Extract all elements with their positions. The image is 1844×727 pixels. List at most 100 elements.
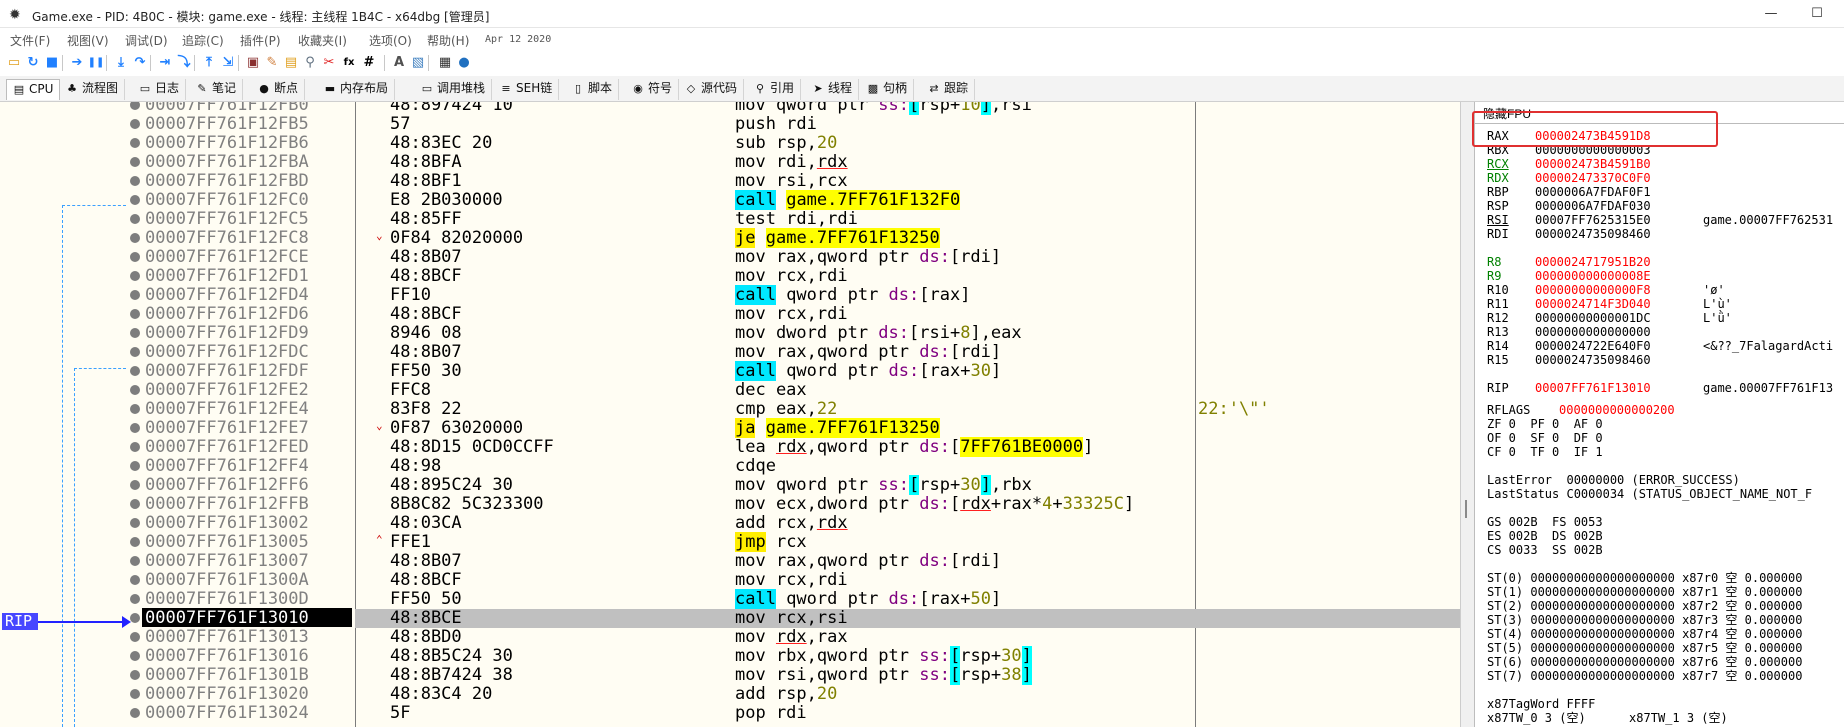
fpu-st-row[interactable]: ST(4) 00000000000000000000 x87r4 空 0.000… [1487,627,1802,641]
breakpoint-dot[interactable] [130,518,140,528]
register-value[interactable]: 0000024714F3D040 [1535,297,1703,311]
rflags-row[interactable]: RFLAGS 0000000000000200 [1487,403,1727,417]
register-row[interactable]: RSI 00007FF7625315E0 game.00007FF762531 [1487,213,1833,227]
breakpoint-dot[interactable] [130,214,140,224]
disasm-row[interactable]: 00007FF761F12FFB 8B8C82 5C323300 mov ecx,d… [0,494,1460,514]
breakpoint-dot[interactable] [130,176,140,186]
disasm-row[interactable]: 00007FF761F12FDC 48:8B07 mov rax,qword ptr… [0,342,1460,362]
register-row[interactable]: R10 00000000000000F8'ø' [1487,283,1725,297]
breakpoint-dot[interactable] [130,537,140,547]
tab-seh[interactable]: ≡ SEH链 [494,79,560,100]
disasm-row[interactable]: 00007FF761F13002 48:03CA add rcx,rdx [0,513,1460,533]
menu-view[interactable]: 视图(V) [67,32,109,49]
breakpoint-dot[interactable] [130,290,140,300]
tab-script[interactable]: ▯ 脚本 [566,79,620,100]
disasm-row[interactable]: 00007FF761F12FE2 FFC8 dec eax [0,380,1460,400]
find-strings-icon[interactable]: ▧ [409,54,427,72]
minimize-button[interactable]: — [1751,4,1791,24]
fpu-st-row[interactable]: ST(7) 00000000000000000000 x87r7 空 0.000… [1487,669,1802,683]
register-value[interactable]: 0000024735098460 [1535,353,1703,367]
restart-icon[interactable]: ↻ [24,54,42,72]
disasm-row[interactable]: 00007FF761F12FC5 48:85FF test rdi,rdi [0,209,1460,229]
menu-help[interactable]: 帮助(H) [427,32,469,49]
maximize-button[interactable]: ☐ [1797,4,1837,24]
breakpoint-dot[interactable] [130,556,140,566]
tab-notes[interactable]: ✎ 笔记 [190,79,244,100]
breakpoint-dot[interactable] [130,670,140,680]
tab-handles[interactable]: ▩ 句柄 [861,79,915,100]
breakpoint-dot[interactable] [130,442,140,452]
breakpoint-dot[interactable] [130,252,140,262]
flags-row[interactable]: CF 0 TF 0 IF 1 [1487,445,1603,459]
bookmarks-icon[interactable]: ✂ [320,54,338,72]
disasm-row[interactable]: 00007FF761F12FF6 48:895C24 30 mov qword pt… [0,475,1460,495]
register-row[interactable]: R15 0000024735098460 [1487,353,1703,367]
breakpoint-dot[interactable] [130,157,140,167]
breakpoint-dot[interactable] [130,499,140,509]
globe-icon[interactable]: ● [455,54,473,72]
disasm-row[interactable]: 00007FF761F12FBA 48:8BFA mov rdi,rdx [0,152,1460,172]
register-row[interactable]: R9 000000000000008E [1487,269,1703,283]
disasm-row[interactable]: 00007FF761F12FC0 E8 2B030000 call game.7FF… [0,190,1460,210]
register-value[interactable]: 00000000000000F8 [1535,283,1703,297]
last-error-row[interactable]: LastStatus C0000034 (STATUS_OBJECT_NAME_… [1487,487,1812,501]
open-icon[interactable]: ▭ [5,54,23,72]
tab-cpu[interactable]: ▤ CPU [6,79,61,100]
register-row[interactable]: RBP 0000006A7FDAF0F1 [1487,185,1703,199]
breakpoint-dot[interactable] [130,385,140,395]
register-row[interactable]: RDX 000002473370C0F0 [1487,171,1703,185]
register-value[interactable]: 00000000000001DC [1535,311,1703,325]
register-value[interactable]: 000000000000008E [1535,269,1703,283]
breakpoint-dot[interactable] [130,480,140,490]
disasm-row[interactable]: 00007FF761F12FB6 48:83EC 20 sub rsp,20 [0,133,1460,153]
breakpoint-dot[interactable] [130,138,140,148]
disasm-row[interactable]: 00007FF761F13024 5F pop rdi [0,703,1460,723]
fpu-st-row[interactable]: ST(1) 00000000000000000000 x87r1 空 0.000… [1487,585,1802,599]
disasm-row[interactable]: 00007FF761F12FD9 8946 08 mov dword ptr ds:… [0,323,1460,343]
run-to-user-code-icon[interactable]: ⇲ [219,54,237,72]
disasm-row[interactable]: 00007FF761F12FF4 48:98 cdqe [0,456,1460,476]
disasm-row[interactable]: 00007FF761F13005 ⌃ FFE1 jmp rcx [0,532,1460,552]
menu-file[interactable]: 文件(F) [10,32,50,49]
register-row[interactable]: RCX 000002473B4591B0 [1487,157,1703,171]
panel-splitter[interactable] [1460,102,1474,727]
run-icon[interactable]: ➔ [68,54,86,72]
breakpoint-dot[interactable] [130,404,140,414]
menu-favourites[interactable]: 收藏夹(I) [298,32,347,49]
labels-icon[interactable]: ⚲ [301,54,319,72]
disasm-row[interactable]: 00007FF761F12FD6 48:8BCF mov rcx,rdi [0,304,1460,324]
tab-breakpoints[interactable]: ● 断点 [252,79,306,100]
registers-panel[interactable]: 隐藏FPU RAX 000002473B4591D8 RBX 000000000000… [1474,102,1844,727]
fpu-tagword-row[interactable]: x87TagWord FFFF [1487,697,1595,711]
segment-row[interactable]: CS 0033 SS 002B [1487,543,1603,557]
disasm-row[interactable]: 00007FF761F12FD4 FF10 call qword ptr ds:[r… [0,285,1460,305]
breakpoint-dot[interactable] [130,271,140,281]
rflags-value[interactable]: 0000000000000200 [1559,403,1727,417]
menu-options[interactable]: 选项(O) [369,32,412,49]
step-over-icon[interactable]: ↷ [131,54,149,72]
register-value[interactable]: 0000024717951B20 [1535,255,1703,269]
fpu-st-row[interactable]: ST(3) 00000000000000000000 x87r3 空 0.000… [1487,613,1802,627]
breakpoint-dot[interactable] [130,195,140,205]
register-value[interactable]: 0000006A7FDAF030 [1535,199,1703,213]
disasm-row[interactable]: 00007FF761F12FBD 48:8BF1 mov rsi,rcx [0,171,1460,191]
tab-graph[interactable]: ♣ 流程图 [60,79,126,100]
calculator-icon[interactable]: ▦ [436,54,454,72]
register-value[interactable]: 00007FF7625315E0 [1535,213,1703,227]
fpu-st-row[interactable]: ST(2) 00000000000000000000 x87r2 空 0.000… [1487,599,1802,613]
register-row[interactable]: R8 0000024717951B20 [1487,255,1703,269]
breakpoint-dot[interactable] [130,119,140,129]
disasm-row[interactable]: 00007FF761F13016 48:8B5C24 30 mov rbx,qwor… [0,646,1460,666]
breakpoint-dot[interactable] [130,594,140,604]
breakpoint-dot[interactable] [130,328,140,338]
breakpoint-dot[interactable] [130,632,140,642]
breakpoint-dot[interactable] [130,423,140,433]
breakpoint-dot[interactable] [130,366,140,376]
patch-icon[interactable]: ✎ [263,54,281,72]
menu-plugins[interactable]: 插件(P) [240,32,281,49]
tab-memory-map[interactable]: ▬ 内存布局 [318,79,396,100]
breakpoint-dot[interactable] [130,347,140,357]
execute-till-return-icon[interactable]: ⤒ [200,54,218,72]
disasm-row[interactable]: 00007FF761F12FC8 ⌄ 0F84 82020000 je game.7F… [0,228,1460,248]
breakpoint-dot[interactable] [130,689,140,699]
